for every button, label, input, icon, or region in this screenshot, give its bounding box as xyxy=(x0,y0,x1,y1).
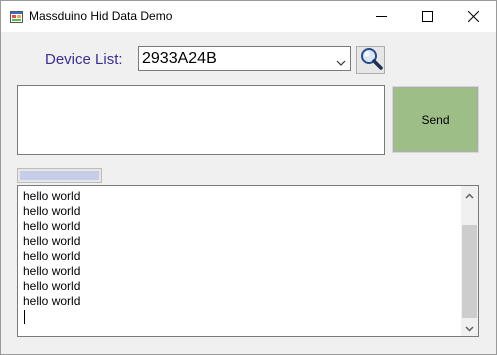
text-caret xyxy=(24,310,25,324)
scroll-up-button[interactable] xyxy=(461,186,478,203)
maximize-icon xyxy=(421,11,433,22)
device-dropdown[interactable]: 2933A24B xyxy=(138,46,351,71)
chevron-up-icon xyxy=(465,186,474,204)
title-bar[interactable]: Massduino Hid Data Demo xyxy=(1,1,496,32)
progress-bar xyxy=(17,168,102,183)
close-button[interactable] xyxy=(450,1,496,32)
chevron-down-icon[interactable] xyxy=(336,54,346,66)
maximize-button[interactable] xyxy=(404,1,450,32)
log-line: hello world xyxy=(23,294,81,308)
send-button[interactable]: Send xyxy=(392,86,479,153)
close-icon xyxy=(467,11,479,22)
app-icon xyxy=(10,10,23,23)
log-line: hello world xyxy=(23,189,81,203)
minimize-icon xyxy=(375,11,387,22)
vertical-scrollbar[interactable] xyxy=(461,186,478,336)
search-devices-button[interactable] xyxy=(356,46,385,74)
log-line: hello world xyxy=(23,279,81,293)
log-line: hello world xyxy=(23,219,81,233)
device-list-label: Device List: xyxy=(45,51,123,68)
log-line: hello world xyxy=(23,234,81,248)
log-line: hello world xyxy=(23,204,81,218)
chevron-down-icon xyxy=(465,319,474,337)
message-input[interactable] xyxy=(17,85,385,155)
scroll-down-button[interactable] xyxy=(461,319,478,336)
device-dropdown-value: 2933A24B xyxy=(142,50,217,67)
progress-fill xyxy=(20,171,99,180)
scroll-thumb[interactable] xyxy=(462,225,477,318)
log-line: hello world xyxy=(23,249,81,263)
minimize-button[interactable] xyxy=(358,1,404,32)
magnifier-icon xyxy=(359,46,383,75)
log-line: hello world xyxy=(23,264,81,278)
app-window: Massduino Hid Data Demo Device List: 293… xyxy=(0,0,497,355)
output-lines: hello world hello world hello world hello w… xyxy=(23,189,80,309)
output-log[interactable]: hello world hello world hello world hello w… xyxy=(17,185,479,337)
window-title: Massduino Hid Data Demo xyxy=(29,9,173,23)
